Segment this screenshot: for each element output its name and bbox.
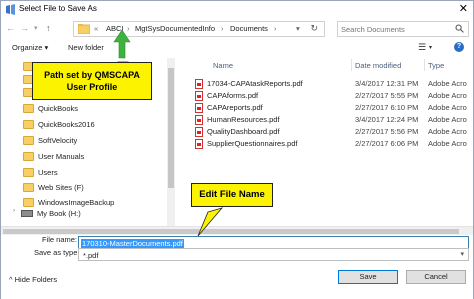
annotation-arrows (113, 29, 224, 237)
callout-tail (197, 207, 224, 237)
green-arrow-icon (113, 29, 131, 59)
callout-edit-filename-note: Edit File Name (191, 183, 273, 207)
callout-path-note: Path set by QMSCAPA User Profile (32, 62, 152, 100)
